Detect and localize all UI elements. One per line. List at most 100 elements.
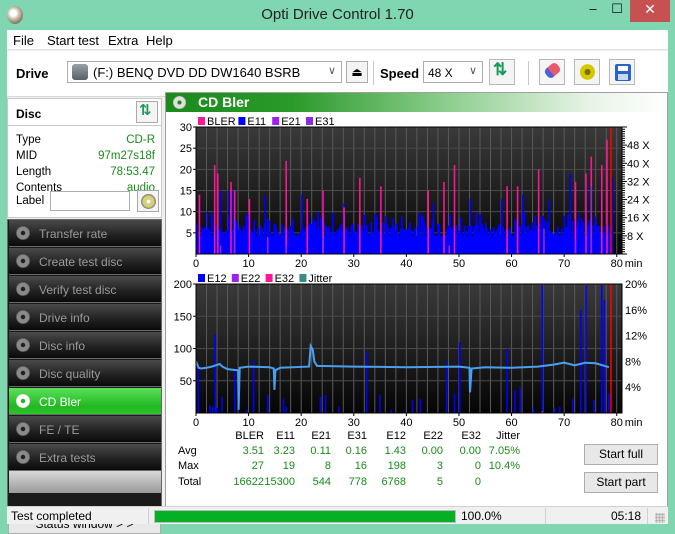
- nav-item-create-test-disc[interactable]: Create test disc: [9, 248, 161, 275]
- disc-label-input[interactable]: [50, 191, 130, 211]
- x-axis-label: min: [625, 258, 643, 270]
- drive-select[interactable]: (F:) BENQ DVD DD DW1640 BSRB ∨: [67, 61, 342, 83]
- nav-item-fe-te[interactable]: FE / TE: [9, 416, 161, 443]
- nav-item-label: Verify test disc: [39, 283, 117, 297]
- toolbar: Drive (F:) BENQ DVD DD DW1640 BSRB ∨ ⏏ S…: [7, 51, 668, 97]
- nav-item-drive-info[interactable]: Drive info: [9, 304, 161, 331]
- settings-button[interactable]: [574, 59, 600, 85]
- speed-value: 48 X: [428, 66, 453, 80]
- x-tick-label: 80: [611, 417, 623, 429]
- e12-bar: [514, 390, 516, 413]
- bler-bar: [453, 165, 456, 254]
- erase-button[interactable]: [539, 59, 565, 85]
- e11-bar: [264, 194, 266, 254]
- x-tick-label: 40: [400, 258, 412, 270]
- bler-bar: [343, 207, 345, 254]
- e12-bar: [197, 364, 200, 413]
- e21-bar: [219, 245, 222, 254]
- refresh-icon: ⇅: [139, 101, 152, 119]
- resize-grip[interactable]: [655, 513, 665, 523]
- e12-bar: [532, 407, 535, 413]
- e12-bar: [519, 387, 522, 413]
- start-full-button[interactable]: Start full: [584, 444, 658, 465]
- bler-bar: [516, 186, 519, 254]
- legend-label: E31: [315, 116, 335, 128]
- y2-tick-label: 40 X: [627, 158, 650, 170]
- menu-extra[interactable]: Extra: [108, 33, 138, 48]
- bler-bar: [443, 182, 445, 254]
- x-tick-label: 40: [400, 417, 412, 429]
- y2-tick-label: 16 X: [627, 213, 650, 225]
- cd-bler-icon: [16, 394, 30, 408]
- close-button[interactable]: ✕: [630, 0, 670, 22]
- e11-bar: [501, 198, 503, 254]
- x-tick-label: 30: [348, 417, 360, 429]
- menu-help[interactable]: Help: [146, 33, 173, 48]
- nav-item-label: CD Bler: [39, 395, 82, 409]
- legend-label: E32: [275, 273, 295, 285]
- e12-bar: [214, 334, 217, 413]
- x-tick-label: 20: [295, 417, 307, 429]
- nav-item-cd-bler[interactable]: CD Bler: [9, 388, 161, 415]
- e31-bar: [233, 220, 236, 254]
- legend-swatch: [306, 117, 313, 125]
- e31-bar: [543, 228, 545, 254]
- nav-item-disc-quality[interactable]: Disc quality: [9, 360, 161, 387]
- e11-bar: [206, 211, 209, 254]
- c1-error-chart: 5 10 15 20 25 30 0 10 20 30 40 50 60 70 80 min 8 X 16 X 24…: [180, 116, 651, 270]
- e11-bar: [227, 190, 230, 254]
- e12-bar: [600, 285, 603, 413]
- disc-label-button[interactable]: [137, 190, 159, 212]
- fe-te-icon: [16, 422, 30, 436]
- nav-item-disc-info[interactable]: Disc info: [9, 332, 161, 359]
- bler-bar: [359, 177, 361, 254]
- disc-length-label: Length: [16, 166, 52, 178]
- y2-tick-label: 24 X: [627, 195, 650, 207]
- nav-item-verify-test-disc[interactable]: Verify test disc: [9, 276, 161, 303]
- save-icon: [615, 64, 631, 81]
- stats-row-label-avg: Avg: [178, 445, 197, 457]
- refresh-button[interactable]: ⇅: [489, 59, 515, 85]
- disc-mid-value: 97m27s18f: [98, 150, 155, 162]
- e11-bar: [569, 173, 572, 254]
- divider: [545, 508, 546, 524]
- nav-item-label: Extra tests: [39, 451, 96, 465]
- e12-bar: [558, 406, 561, 413]
- window-title: Opti Drive Control 1.70: [261, 6, 414, 23]
- nav-item-transfer-rate[interactable]: Transfer rate: [9, 220, 161, 247]
- e12-bar: [282, 398, 285, 413]
- bler-bar: [217, 173, 219, 254]
- e12-bar: [572, 398, 574, 413]
- stats-cell: 0: [474, 476, 481, 488]
- disc-type-value: CD-R: [126, 134, 155, 146]
- legend-swatch: [272, 117, 280, 125]
- bler-bar: [537, 169, 540, 254]
- title-bar: Opti Drive Control 1.70 ‒ ☐ ✕: [0, 0, 675, 30]
- save-button[interactable]: [609, 59, 635, 85]
- eject-button[interactable]: ⏏: [346, 61, 368, 83]
- e12-bar: [506, 348, 508, 413]
- progress-fill: [155, 511, 455, 522]
- bler-bar: [306, 198, 309, 254]
- menu-start-test[interactable]: Start test: [47, 33, 99, 48]
- e12-bar: [453, 393, 456, 413]
- start-part-button[interactable]: Start part: [584, 472, 658, 493]
- e12-bar: [607, 393, 610, 413]
- menu-file[interactable]: File: [13, 33, 34, 48]
- eraser-icon: [543, 61, 562, 80]
- e21-bar: [574, 241, 577, 254]
- refresh-icon: ⇅: [493, 60, 508, 79]
- disc-refresh-button[interactable]: ⇅: [136, 101, 158, 123]
- y-tick-label: 20: [180, 164, 192, 176]
- legend-swatch: [299, 274, 307, 282]
- speed-select[interactable]: 48 X ∨: [423, 61, 483, 83]
- y2-tick-label: 16%: [625, 305, 647, 317]
- stats-row-label-max: Max: [178, 460, 199, 472]
- bler-bar: [506, 186, 508, 254]
- minimize-button[interactable]: ‒: [580, 0, 606, 22]
- maximize-button[interactable]: ☐: [604, 0, 630, 22]
- e21-bar: [285, 245, 288, 254]
- e12-bar: [411, 400, 414, 413]
- progress-text: 100.0%: [461, 509, 502, 523]
- nav-item-extra-tests[interactable]: Extra tests: [9, 444, 161, 471]
